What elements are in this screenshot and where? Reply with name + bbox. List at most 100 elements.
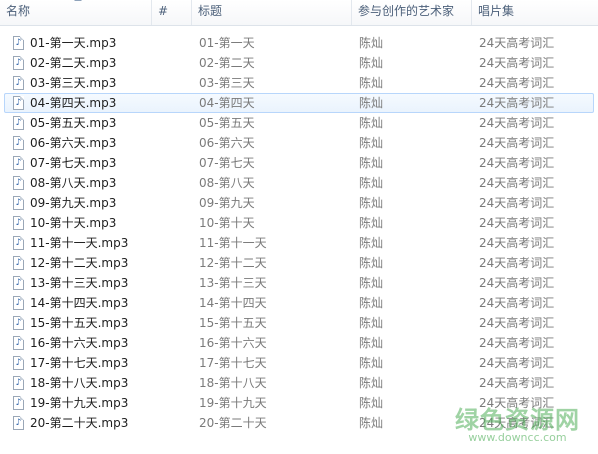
file-row[interactable]: ♪ 06-第六天.mp3 06-第六天 陈灿 24天高考词汇 xyxy=(0,133,598,153)
music-note-icon: ♪ xyxy=(15,198,22,208)
file-row[interactable]: ♪ 08-第八天.mp3 08-第八天 陈灿 24天高考词汇 xyxy=(0,173,598,193)
column-header-album[interactable]: 唱片集 xyxy=(472,0,598,25)
music-note-icon: ♪ xyxy=(15,398,22,408)
file-row[interactable]: ♪ 05-第五天.mp3 05-第五天 陈灿 24天高考词汇 xyxy=(0,113,598,133)
sort-ascending-icon xyxy=(74,0,82,1)
file-album: 24天高考词汇 xyxy=(479,336,555,350)
music-note-icon: ♪ xyxy=(15,298,22,308)
column-header-name[interactable]: 名称 xyxy=(0,0,152,25)
file-artist: 陈灿 xyxy=(359,96,384,110)
music-note-icon: ♪ xyxy=(15,358,22,368)
file-title: 02-第二天 xyxy=(199,56,255,70)
column-header-artist-label: 参与创作的艺术家 xyxy=(358,4,455,18)
file-name-cell: ♪ 19-第十九天.mp3 xyxy=(13,394,128,412)
file-title: 15-第十五天 xyxy=(199,316,267,330)
file-name: 05-第五天.mp3 xyxy=(30,116,117,130)
file-row[interactable]: ♪ 12-第十二天.mp3 12-第十二天 陈灿 24天高考词汇 xyxy=(0,253,598,273)
file-title: 17-第十七天 xyxy=(199,356,267,370)
file-list: ♪ 01-第一天.mp3 01-第一天陈灿 24天高考词汇 ♪ 02-第二天.mp3 02-… xyxy=(0,33,598,433)
music-file-icon: ♪ xyxy=(13,196,24,210)
music-file-icon: ♪ xyxy=(13,156,24,170)
file-row[interactable]: ♪ 15-第十五天.mp3 15-第十五天 陈灿 24天高考词汇 xyxy=(0,313,598,333)
file-name-cell: ♪ 02-第二天.mp3 xyxy=(13,54,116,72)
file-title: 01-第一天 xyxy=(199,36,255,50)
file-row[interactable]: ♪ 09-第九天.mp3 09-第九天 陈灿 24天高考词汇 xyxy=(0,193,598,213)
file-row[interactable]: ♪ 07-第七天.mp3 07-第七天 陈灿 24天高考词汇 xyxy=(0,153,598,173)
file-title: 04-第四天 xyxy=(199,96,255,110)
file-artist: 陈灿 xyxy=(359,136,384,150)
file-name: 18-第十八天.mp3 xyxy=(30,376,129,390)
file-row[interactable]: ♪ 11-第十一天.mp3 11-第十一天 陈灿 24天高考词汇 xyxy=(0,233,598,253)
file-artist: 陈灿 xyxy=(359,176,384,190)
file-name-cell: ♪ 09-第九天.mp3 xyxy=(13,194,116,212)
file-name-cell: ♪ 18-第十八天.mp3 xyxy=(13,374,128,392)
file-artist: 陈灿 xyxy=(359,76,384,90)
watermark-text: 绿色资源网 xyxy=(455,406,580,434)
file-row[interactable]: ♪ 14-第十四天.mp3 14-第十四天 陈灿 24天高考词汇 xyxy=(0,293,598,313)
file-title: 05-第五天 xyxy=(199,116,255,130)
file-name: 14-第十四天.mp3 xyxy=(30,296,129,310)
file-row[interactable]: ♪ 18-第十八天.mp3 18-第十八天 陈灿 24天高考词汇 xyxy=(0,373,598,393)
music-file-icon: ♪ xyxy=(13,356,24,370)
file-row[interactable]: ♪ 04-第四天.mp3 04-第四天 陈灿 24天高考词汇 xyxy=(4,93,594,113)
music-file-icon: ♪ xyxy=(13,396,24,410)
music-file-icon: ♪ xyxy=(13,116,24,130)
file-name-cell: ♪ 10-第十天.mp3 xyxy=(13,214,116,232)
file-artist: 陈灿 xyxy=(359,416,384,430)
file-name-cell: ♪ 16-第十六天.mp3 xyxy=(13,334,128,352)
file-artist: 陈灿 xyxy=(359,316,384,330)
file-album: 24天高考词汇 xyxy=(479,296,555,310)
music-note-icon: ♪ xyxy=(15,318,22,328)
music-file-icon: ♪ xyxy=(13,256,24,270)
file-name-cell: ♪ 17-第十七天.mp3 xyxy=(13,354,128,372)
music-file-icon: ♪ xyxy=(13,56,24,70)
file-title: 03-第三天 xyxy=(199,76,255,90)
file-name-cell: ♪ 20-第二十天.mp3 xyxy=(13,414,128,432)
music-note-icon: ♪ xyxy=(15,258,22,268)
music-note-icon: ♪ xyxy=(15,98,22,108)
file-artist: 陈灿 xyxy=(359,356,384,370)
file-title: 14-第十四天 xyxy=(199,296,267,310)
music-note-icon: ♪ xyxy=(15,58,22,68)
file-name: 01-第一天.mp3 xyxy=(30,36,117,50)
column-header-artist[interactable]: 参与创作的艺术家 xyxy=(352,0,472,25)
column-header-number[interactable]: # xyxy=(152,0,192,25)
file-row[interactable]: ♪ 10-第十天.mp3 10-第十天 陈灿 24天高考词汇 xyxy=(0,213,598,233)
file-name: 17-第十七天.mp3 xyxy=(30,356,129,370)
file-title: 13-第十三天 xyxy=(199,276,267,290)
file-row[interactable]: ♪ 03-第三天.mp3 03-第三天 陈灿 24天高考词汇 xyxy=(0,73,598,93)
file-title: 07-第七天 xyxy=(199,156,255,170)
file-name: 03-第三天.mp3 xyxy=(30,76,117,90)
file-title: 09-第九天 xyxy=(199,196,255,210)
music-file-icon: ♪ xyxy=(13,336,24,350)
file-name-cell: ♪ 08-第八天.mp3 xyxy=(13,174,116,192)
file-title: 06-第六天 xyxy=(199,136,255,150)
file-row[interactable]: ♪ 01-第一天.mp3 01-第一天 陈灿 24天高考词汇 xyxy=(0,33,598,53)
file-name: 13-第十三天.mp3 xyxy=(30,276,129,290)
file-artist: 陈灿 xyxy=(359,376,384,390)
file-album: 24天高考词汇 xyxy=(479,236,555,250)
column-header-title[interactable]: 标题 xyxy=(192,0,352,25)
file-album: 24天高考词汇 xyxy=(479,156,555,170)
file-row[interactable]: ♪ 13-第十三天.mp3 13-第十三天 陈灿 24天高考词汇 xyxy=(0,273,598,293)
file-album: 24天高考词汇 xyxy=(479,56,555,70)
file-artist: 陈灿 xyxy=(359,296,384,310)
file-artist: 陈灿 xyxy=(359,236,384,250)
file-row[interactable]: ♪ 02-第二天.mp3 02-第二天 陈灿 24天高考词汇 xyxy=(0,53,598,73)
music-file-icon: ♪ xyxy=(13,376,24,390)
file-title: 12-第十二天 xyxy=(199,256,267,270)
watermark: 绿色资源网 www.downcc.com xyxy=(455,400,580,444)
music-note-icon: ♪ xyxy=(15,118,22,128)
file-title: 08-第八天 xyxy=(199,176,255,190)
file-name-cell: ♪ 07-第七天.mp3 xyxy=(13,154,116,172)
file-album: 24天高考词汇 xyxy=(479,116,555,130)
file-row[interactable]: ♪ 17-第十七天.mp3 17-第十七天 陈灿 24天高考词汇 xyxy=(0,353,598,373)
file-name: 19-第十九天.mp3 xyxy=(30,396,129,410)
file-name-cell: ♪ 06-第六天.mp3 xyxy=(13,134,116,152)
music-note-icon: ♪ xyxy=(15,138,22,148)
file-row[interactable]: ♪ 16-第十六天.mp3 16-第十六天 陈灿 24天高考词汇 xyxy=(0,333,598,353)
file-artist: 陈灿 xyxy=(359,196,384,210)
file-album: 24天高考词汇 xyxy=(479,36,555,50)
file-album: 24天高考词汇 xyxy=(479,216,555,230)
music-file-icon: ♪ xyxy=(13,36,24,50)
